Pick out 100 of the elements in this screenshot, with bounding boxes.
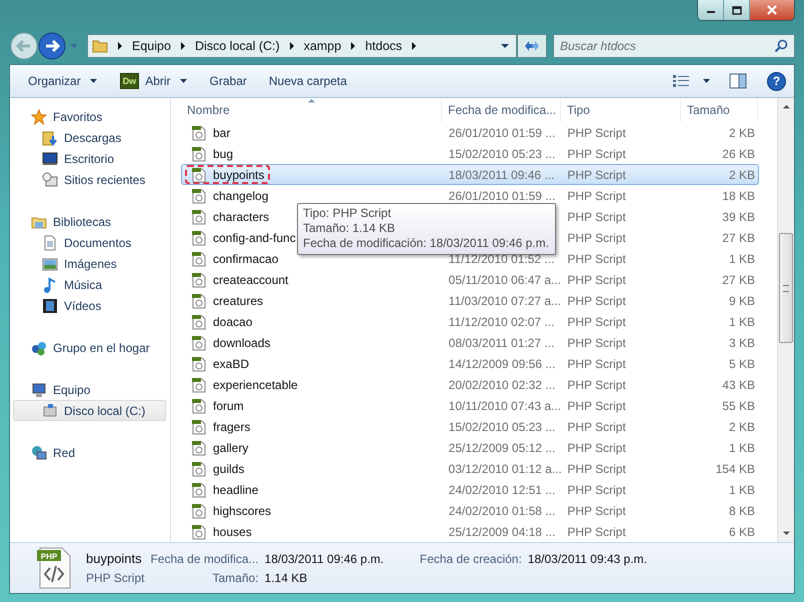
toolbar-button[interactable]: Dw Abrir — [112, 69, 198, 93]
php-file-icon — [191, 460, 207, 476]
file-size: 27 KB — [722, 230, 755, 244]
tooltip-line: Tipo: PHP Script — [303, 206, 392, 221]
selected-row[interactable]: buypoints 18/03/2011 09:46 ... PHP Script 2 KB — [181, 164, 759, 185]
scroll-thumb[interactable] — [779, 233, 793, 343]
modified-date: 15/02/2010 05:23 ... — [448, 146, 556, 160]
sidebar-item[interactable]: Grupo en el hogar — [10, 337, 166, 358]
file-size: 1 KB — [728, 252, 755, 266]
file-size: 9 KB — [728, 294, 755, 308]
file-type: PHP Script — [567, 378, 626, 392]
breadcrumb-item[interactable]: Equipo — [132, 38, 171, 53]
php-file-icon — [191, 398, 207, 414]
file-name: bug — [213, 146, 234, 160]
sidebar-item[interactable]: Red — [10, 442, 166, 463]
search-icon[interactable] — [774, 38, 788, 53]
chevron-icon — [116, 40, 124, 51]
php-file-icon — [191, 146, 207, 162]
php-file-icon — [191, 208, 207, 224]
scroll-down-icon[interactable] — [782, 531, 790, 536]
tooltip-line: Tamaño: 1.14 KB — [303, 221, 396, 236]
property-value: 18/03/2011 09:43 p.m. — [528, 552, 647, 566]
file-name: characters — [213, 210, 270, 224]
network-icon — [31, 444, 47, 460]
vertical-scrollbar[interactable] — [777, 98, 794, 542]
modified-date: 24/02/2010 12:51 ... — [448, 482, 556, 496]
star-icon — [31, 108, 47, 124]
property-label: Fecha de modifica... — [150, 552, 259, 566]
file-type: PHP Script — [567, 294, 626, 308]
sidebar-item[interactable]: Vídeos — [10, 295, 166, 316]
breadcrumb-item[interactable]: xampp — [304, 38, 342, 53]
preview-pane-icon[interactable] — [729, 73, 747, 89]
modified-date: 11/12/2010 02:07 ... — [448, 314, 554, 328]
file-name: fragers — [213, 420, 250, 434]
column-header[interactable]: Tamaño — [681, 98, 758, 122]
file-type: PHP Script — [567, 272, 626, 286]
refresh-button[interactable] — [517, 34, 547, 58]
help-button[interactable]: ? — [767, 72, 786, 90]
search-field[interactable]: Buscar htdocs — [553, 34, 795, 58]
close-button[interactable] — [750, 0, 794, 20]
file-size: 55 KB — [722, 398, 755, 412]
sidebar-item[interactable]: Escritorio — [10, 148, 166, 169]
modified-date: 11/12/2010 01:52 ... — [448, 252, 554, 266]
file-name: headline — [213, 482, 258, 496]
sidebar-item[interactable]: Descargas — [10, 127, 166, 148]
file-type: PHP Script — [567, 356, 626, 370]
property-label: Tamaño: — [212, 570, 259, 584]
desktop-icon — [42, 150, 58, 166]
file-size: 27 KB — [722, 272, 755, 286]
column-header[interactable]: Fecha de modifica... — [442, 98, 561, 122]
file-type: PHP Script — [567, 188, 626, 202]
chevron-icon — [178, 40, 187, 51]
php-file-icon — [191, 272, 207, 288]
file-type: PHP Script — [567, 398, 626, 412]
file-size: 1 KB — [728, 482, 755, 496]
file-type: PHP Script — [567, 462, 626, 476]
toolbar-button[interactable]: Grabar — [202, 70, 257, 92]
app-icon: Dw — [120, 73, 140, 89]
caret-icon — [88, 78, 98, 84]
recent-icon — [42, 172, 58, 188]
file-type: PHP Script — [567, 314, 626, 328]
modified-date: 24/02/2010 01:58 ... — [448, 504, 556, 518]
sidebar-item[interactable]: Documentos — [10, 232, 166, 253]
file-name: config-and-func — [213, 230, 296, 244]
file-name: buypoints — [213, 168, 264, 182]
php-file-icon — [191, 314, 207, 330]
column-header[interactable]: Nombre — [181, 98, 442, 122]
sidebar-item[interactable]: Imágenes — [10, 253, 166, 274]
sidebar-item[interactable]: Equipo — [10, 379, 166, 400]
dropdown-icon[interactable] — [500, 42, 510, 50]
sidebar-item[interactable]: Música — [10, 274, 166, 295]
breadcrumb-item[interactable]: Disco local (C:) — [194, 38, 280, 53]
minimize-button[interactable] — [698, 0, 724, 20]
breadcrumb-item[interactable]: htdocs — [365, 38, 402, 53]
file-name: experiencetable — [213, 378, 298, 392]
sidebar-item[interactable]: Bibliotecas — [10, 211, 166, 232]
toolbar-button[interactable]: Organizar — [20, 70, 108, 92]
php-file-icon — [191, 124, 207, 140]
caret-icon[interactable] — [702, 78, 711, 84]
sidebar-item[interactable]: Disco local (C:) — [13, 400, 166, 421]
view-options-icon[interactable] — [672, 74, 690, 88]
file-type: PHP Script — [567, 126, 626, 140]
sidebar-item[interactable]: Favoritos — [10, 106, 166, 127]
modified-date: 08/03/2011 01:27 ... — [448, 336, 554, 350]
address-bar[interactable]: Equipo Disco local (C:) xampp htdocs — [87, 34, 517, 58]
music-icon — [42, 276, 58, 292]
computer-icon — [31, 382, 47, 398]
modified-date: 14/12/2009 09:56 ... — [448, 356, 556, 370]
scroll-up-icon[interactable] — [782, 104, 790, 109]
file-name: buypoints — [86, 551, 143, 566]
file-type: PHP Script — [567, 168, 626, 182]
file-type: PHP Script — [567, 210, 626, 224]
sidebar-item[interactable]: Sitios recientes — [10, 169, 166, 190]
column-header[interactable]: Tipo — [561, 98, 681, 122]
toolbar-button[interactable]: Nueva carpeta — [260, 70, 357, 92]
php-file-icon — [191, 250, 207, 266]
forward-button[interactable] — [37, 30, 67, 61]
maximize-button[interactable] — [724, 0, 750, 20]
file-name: forum — [213, 398, 244, 412]
file-name: exaBD — [213, 356, 250, 370]
